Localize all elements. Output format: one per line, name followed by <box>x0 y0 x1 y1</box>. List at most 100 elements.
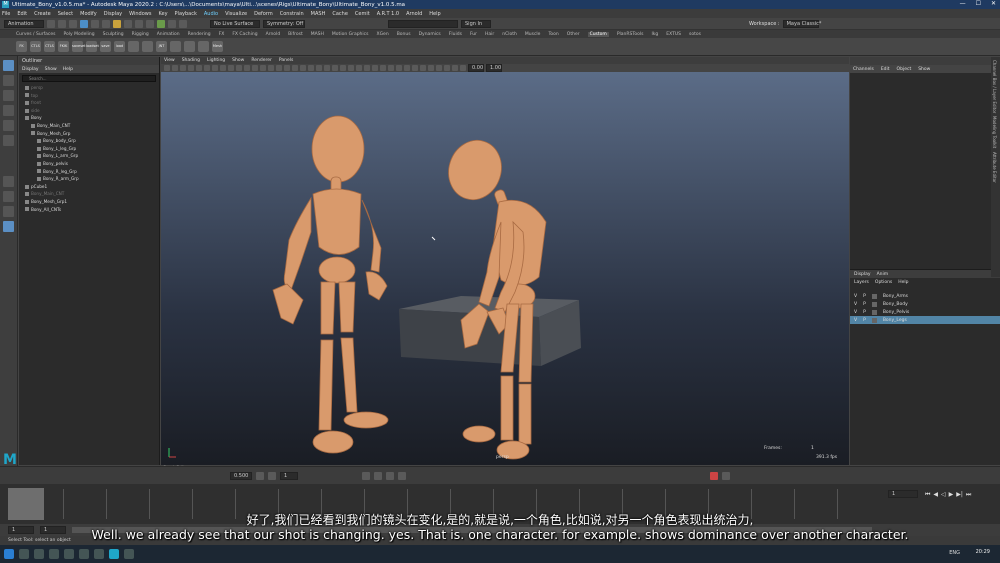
viewport-tool-icon[interactable] <box>340 65 346 71</box>
single-view-icon[interactable] <box>3 176 14 187</box>
viewport-tool-icon[interactable] <box>324 65 330 71</box>
layer-tab[interactable]: Anim <box>877 272 889 277</box>
select-hierarchy-icon[interactable] <box>80 19 88 28</box>
snap-grid-icon[interactable] <box>113 19 121 28</box>
channel-box-menu-item[interactable]: Edit <box>881 67 890 72</box>
viewport-tool-icon[interactable] <box>380 65 386 71</box>
outliner-item[interactable]: Bony_Main_CNT <box>19 122 159 130</box>
viewport-tool-icon[interactable] <box>300 65 306 71</box>
viewport-tool-icon[interactable] <box>220 65 226 71</box>
layer-playback-toggle[interactable]: P <box>863 294 866 299</box>
outliner-item[interactable]: Bony_pelvis <box>19 160 159 168</box>
outliner-item[interactable]: Bony_All_CNTs <box>19 206 159 214</box>
lasso-tool-icon[interactable] <box>3 75 14 86</box>
shelf-tab[interactable]: MASH <box>311 32 324 37</box>
menu-item-file[interactable]: File <box>2 11 10 17</box>
viewport-menu-item[interactable]: Renderer <box>251 58 272 63</box>
menu-item-windows[interactable]: Windows <box>129 11 151 17</box>
shelf-tab[interactable]: Poly Modeling <box>64 32 95 37</box>
start-icon[interactable] <box>4 549 14 559</box>
outliner-item[interactable]: Bony_Mesh_Grp1 <box>19 198 159 206</box>
outliner-item[interactable]: Bony_body_Grp <box>19 137 159 145</box>
side-tab[interactable]: Modeling Toolkit <box>992 116 997 148</box>
layer-row[interactable]: V P Bony_Legs <box>850 316 1000 324</box>
menu-item-edit[interactable]: Edit <box>17 11 27 17</box>
layer-row[interactable]: V P Bony_Pelvis <box>850 308 1000 316</box>
snap-point-icon[interactable] <box>135 19 143 28</box>
shelf-tab[interactable]: Sculpting <box>103 32 124 37</box>
layer-menu-item[interactable]: Help <box>898 280 908 285</box>
play-forward-icon[interactable]: ▶ <box>949 491 954 499</box>
record-key-icon[interactable] <box>710 471 718 480</box>
shelf-tab[interactable]: Muscle <box>525 32 541 37</box>
taskbar-clock[interactable]: 20:29 <box>976 549 990 555</box>
3d-scene[interactable]: persp Frames: 1 391.3 fps <box>161 72 849 465</box>
menu-item-arnold[interactable]: Arnold <box>406 11 422 17</box>
symmetry-dropdown[interactable]: Symmetry: Off <box>263 19 305 28</box>
viewport-tool-icon[interactable] <box>388 65 394 71</box>
outliner-item[interactable]: Bony_R_arm_Grp <box>19 175 159 183</box>
shelf-tab[interactable]: nCloth <box>502 32 517 37</box>
menu-item-help[interactable]: Help <box>429 11 440 17</box>
shelf-tab[interactable]: Bifrost <box>288 32 303 37</box>
save-scene-icon[interactable] <box>69 19 77 28</box>
viewport-tool-icon[interactable] <box>332 65 338 71</box>
outliner-item[interactable]: pCube1 <box>19 183 159 191</box>
next-key-icon[interactable] <box>268 471 276 480</box>
shelf-tab[interactable]: FX <box>219 32 225 37</box>
viewport-menu-item[interactable]: Panels <box>279 58 293 63</box>
go-to-start-icon[interactable]: ⏮ <box>925 491 930 499</box>
viewport-tool-icon[interactable] <box>196 65 202 71</box>
menu-item-key[interactable]: Key <box>158 11 167 17</box>
select-object-icon[interactable] <box>91 19 99 28</box>
viewport-tool-icon[interactable] <box>172 65 178 71</box>
outliner-menu-item[interactable]: Display <box>22 67 39 72</box>
language-indicator[interactable]: ENG <box>949 550 960 556</box>
render-icon[interactable] <box>168 19 176 28</box>
viewport-menu-item[interactable]: Lighting <box>207 58 225 63</box>
layer-visibility-toggle[interactable]: V <box>854 302 857 307</box>
go-to-end-icon[interactable]: ⏭ <box>966 491 971 499</box>
shelf-tab[interactable]: Arnold <box>266 32 281 37</box>
shelf-tab[interactable]: Fur <box>470 32 477 37</box>
viewport-tool-icon[interactable] <box>460 65 466 71</box>
menu-item-a-r-t-1-0[interactable]: A.R.T 1.0 <box>377 11 399 17</box>
key-icon[interactable] <box>362 471 370 480</box>
shelf-tab[interactable]: Rendering <box>188 32 211 37</box>
rotate-tool-icon[interactable] <box>3 120 14 131</box>
shelf-tab[interactable]: Animation <box>157 32 180 37</box>
shelf-tab[interactable]: Bonus <box>397 32 411 37</box>
outliner-menu-item[interactable]: Help <box>63 67 73 72</box>
viewport-tool-icon[interactable] <box>364 65 370 71</box>
outliner-item[interactable]: Bony <box>19 114 159 122</box>
maya-taskbar-icon[interactable] <box>109 549 119 559</box>
viewport-tool-icon[interactable] <box>308 65 314 71</box>
outliner-item[interactable]: Bony_Main_CNT <box>19 190 159 198</box>
viewport-tool-icon[interactable] <box>348 65 354 71</box>
minimize-button[interactable]: — <box>960 0 966 7</box>
viewport-tool-icon[interactable] <box>188 65 194 71</box>
app-icon[interactable] <box>49 549 59 559</box>
shelf-tab[interactable]: XGen <box>376 32 388 37</box>
viewport-tool-icon[interactable] <box>372 65 378 71</box>
menu-item-modify[interactable]: Modify <box>80 11 97 17</box>
auto-key-icon[interactable] <box>722 471 730 480</box>
frame-step-field[interactable]: 0.500 <box>230 471 252 480</box>
layer-color-swatch[interactable] <box>871 317 877 323</box>
scale-tool-icon[interactable] <box>3 135 14 146</box>
shelf-tab[interactable]: Fluids <box>449 32 462 37</box>
outliner-item[interactable]: Bony_L_leg_Grp <box>19 145 159 153</box>
viewport-tool-icon[interactable] <box>420 65 426 71</box>
layer-row[interactable]: V P Bony_Arms <box>850 292 1000 300</box>
workspace-dropdown[interactable]: Maya Classic* <box>782 19 821 28</box>
shelf-tab[interactable]: Curves / Surfaces <box>16 32 56 37</box>
ipr-render-icon[interactable] <box>179 19 187 28</box>
layer-row[interactable]: V P Bony_Body <box>850 300 1000 308</box>
channel-box-menu-item[interactable]: Channels <box>853 67 874 72</box>
viewport-tool-icon[interactable] <box>444 65 450 71</box>
current-time-field[interactable]: 1 <box>888 490 918 498</box>
layer-color-swatch[interactable] <box>871 293 877 299</box>
select-tool-icon[interactable] <box>3 60 14 71</box>
shelf-tab[interactable]: Ikg <box>651 32 658 37</box>
menu-item-cemit[interactable]: Cemit <box>355 11 370 17</box>
